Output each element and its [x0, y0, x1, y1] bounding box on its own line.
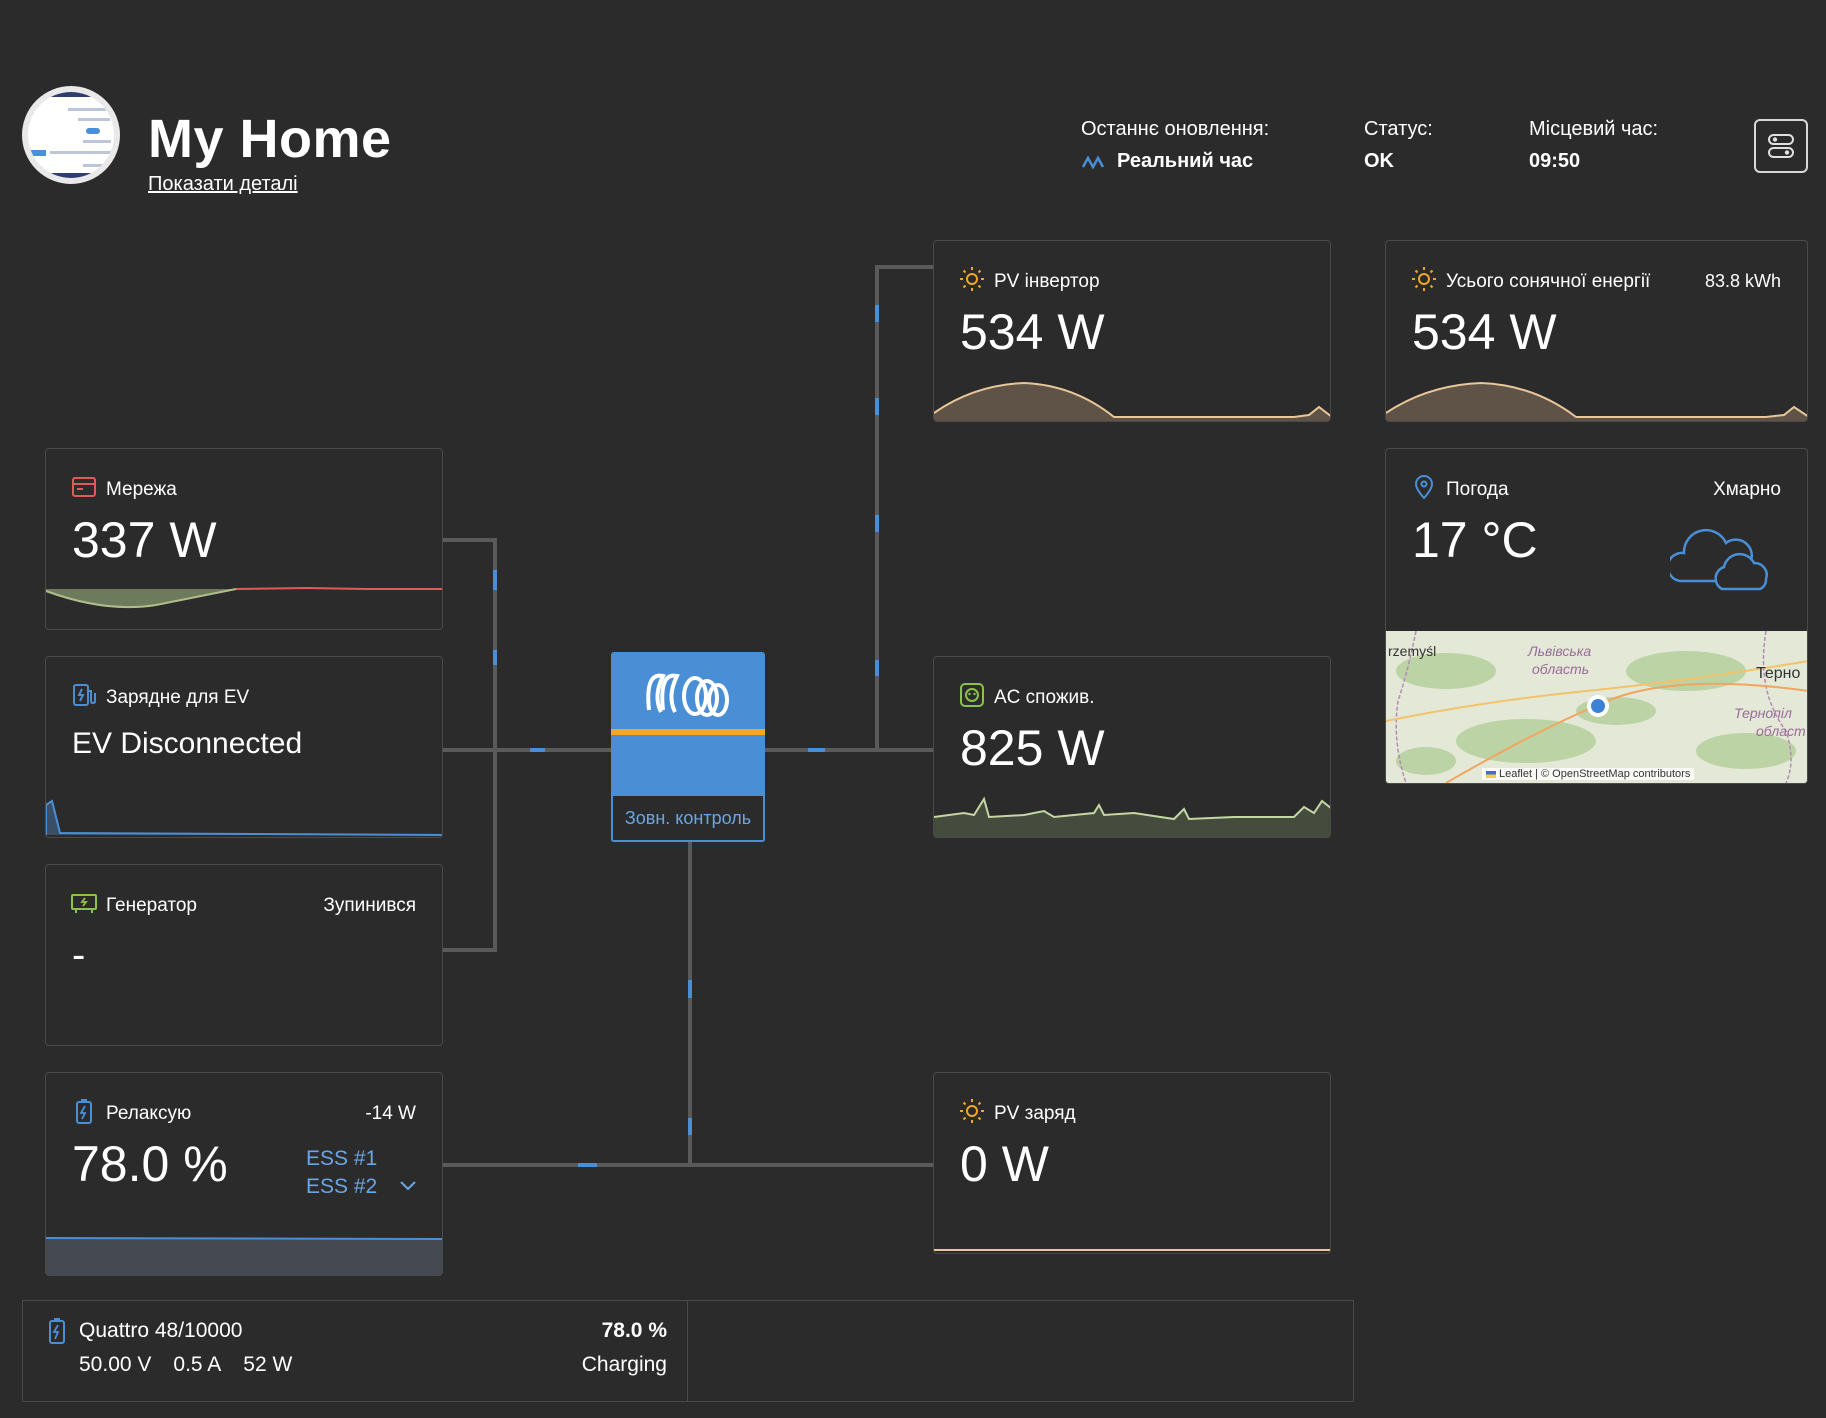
location-pin-icon — [1414, 475, 1434, 500]
inverter-mode: Зовн. контроль — [611, 796, 765, 842]
weather-condition: Хмарно — [1713, 479, 1781, 500]
map-attribution[interactable]: Leaflet | © OpenStreetMap contributors — [1482, 768, 1695, 780]
battery-icon — [76, 1099, 92, 1124]
battery-current: 0.5 A — [173, 1353, 222, 1376]
map-label-region2-b: област — [1756, 723, 1806, 739]
generator-icon — [71, 894, 97, 913]
battery-value: 78.0 % — [72, 1136, 228, 1192]
solar-total-kwh: 83.8 kWh — [1704, 271, 1781, 291]
ev-charger-icon — [73, 684, 96, 706]
last-update: Реальний час — [1081, 150, 1253, 173]
grid-sparkline — [46, 586, 442, 629]
ev-charger-card[interactable]: Зарядне для EV EV Disconnected — [45, 656, 443, 838]
map-label-region1-b: область — [1532, 661, 1590, 677]
battery-icon — [49, 1318, 65, 1344]
battery-title: Релаксую — [106, 1103, 192, 1124]
map-label-region2-a: Тернопіл — [1734, 705, 1792, 721]
map-attribution-text: Leaflet | © OpenStreetMap contributors — [1499, 768, 1691, 780]
pv-inverter-value: 534 W — [960, 304, 1105, 360]
site-avatar[interactable] — [22, 86, 120, 184]
sun-icon — [1412, 267, 1436, 291]
battery-card[interactable]: Релаксую -14 W 78.0 % ESS #1 ESS #2 — [45, 1072, 443, 1276]
battery-power: -14 W — [365, 1103, 416, 1124]
battery-state: Charging — [581, 1353, 667, 1376]
pv-charger-value: 0 W — [960, 1136, 1049, 1192]
pv-inverter-title: PV інвертор — [994, 271, 1100, 292]
cloud-icon — [1670, 528, 1768, 591]
solar-total-sparkline — [1386, 381, 1807, 421]
weather-map[interactable]: rzemyśl Львівська область Терно Тернопіл… — [1386, 631, 1807, 783]
pv-charger-sparkline — [934, 1249, 1330, 1251]
realtime-wave-icon — [1081, 154, 1105, 170]
pv-inverter-card[interactable]: PV інвертор 534 W — [933, 240, 1331, 422]
victron-logo-icon — [646, 673, 729, 717]
chevron-down-icon[interactable] — [399, 1179, 417, 1191]
ac-loads-value: 825 W — [960, 720, 1105, 776]
inverter-node[interactable]: Зовн. контроль — [611, 652, 765, 842]
grid-card[interactable]: Мережа 337 W — [45, 448, 443, 630]
pv-charger-card[interactable]: PV заряд 0 W — [933, 1072, 1331, 1254]
local-time-value: 09:50 — [1529, 150, 1581, 172]
pv-inverter-sparkline — [934, 381, 1330, 421]
generator-title: Генератор — [106, 895, 197, 916]
ac-loads-title: AC спожив. — [994, 687, 1095, 708]
battery-bar-divider — [687, 1301, 688, 1401]
ev-title: Зарядне для EV — [106, 687, 250, 708]
toggle-view-button[interactable] — [1754, 119, 1808, 173]
solar-total-value: 534 W — [1412, 304, 1557, 360]
solar-total-title: Усього сонячної енергії — [1446, 271, 1651, 292]
ac-loads-sparkline — [934, 796, 1330, 837]
weather-title: Погода — [1446, 479, 1509, 500]
grid-value: 337 W — [72, 512, 217, 568]
outlet-icon — [960, 683, 984, 707]
status-value: OK — [1364, 150, 1394, 172]
site-title: My Home — [148, 109, 392, 169]
battery-voltage: 50.00 V — [79, 1353, 152, 1376]
sun-icon — [960, 1099, 984, 1123]
last-update-label: Останнє оновлення: — [1081, 118, 1270, 140]
ac-loads-card[interactable]: AC спожив. 825 W — [933, 656, 1331, 838]
local-time-label: Місцевий час: — [1529, 118, 1659, 140]
generator-value: - — [72, 933, 86, 977]
battery-sparkline — [46, 1237, 442, 1275]
ukraine-flag-icon — [1486, 770, 1496, 778]
last-update-value: Реальний час — [1117, 150, 1254, 172]
ess-1-link[interactable]: ESS #1 — [306, 1147, 377, 1171]
generator-card[interactable]: Генератор Зупинився - — [45, 864, 443, 1046]
battery-power-value: 52 W — [243, 1353, 293, 1376]
battery-soc: 78.0 % — [601, 1319, 667, 1342]
map-label-city-left: rzemyśl — [1388, 643, 1437, 659]
show-details-link[interactable]: Показати деталі — [148, 173, 298, 196]
battery-detail-bar[interactable]: Quattro 48/10000 50.00 V 0.5 A 52 W 78.0… — [22, 1300, 1354, 1402]
toggle-switches-icon — [1768, 134, 1794, 158]
weather-temp: 17 °C — [1412, 512, 1538, 568]
map-label-city-right: Терно — [1756, 665, 1801, 682]
map-label-region1-a: Львівська — [1528, 643, 1592, 659]
battery-readings: 50.00 V 0.5 A 52 W — [79, 1353, 292, 1377]
ev-sparkline — [46, 799, 442, 836]
battery-device-name: Quattro 48/10000 — [79, 1319, 243, 1342]
grid-title: Мережа — [106, 479, 177, 500]
pv-charger-title: PV заряд — [994, 1103, 1076, 1124]
solar-total-card[interactable]: Усього сонячної енергії 83.8 kWh 534 W — [1385, 240, 1808, 422]
ev-value: EV Disconnected — [72, 727, 303, 760]
weather-card[interactable]: Погода Хмарно 17 °C rzemyśl Львівська об… — [1385, 448, 1808, 784]
grid-meter-icon — [72, 477, 96, 497]
ess-2-link[interactable]: ESS #2 — [306, 1175, 377, 1199]
sun-icon — [960, 267, 984, 291]
generator-status: Зупинився — [323, 895, 416, 916]
status-label: Статус: — [1364, 118, 1433, 140]
